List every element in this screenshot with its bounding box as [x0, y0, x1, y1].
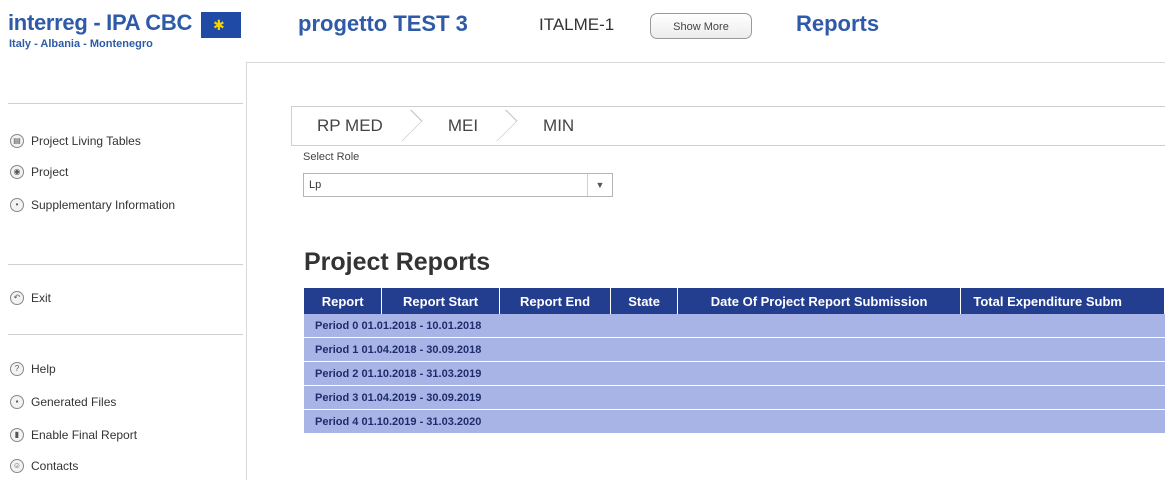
project-icon: ◉: [10, 165, 24, 179]
info-icon: •: [10, 198, 24, 212]
sidebar-item-supplementary-information[interactable]: • Supplementary Information: [10, 198, 175, 212]
breadcrumb-label: RP MED: [317, 116, 383, 135]
sidebar-divider: [8, 264, 243, 265]
logo-subtext: Italy - Albania - Montenegro: [9, 38, 153, 50]
show-more-button[interactable]: Show More: [650, 13, 752, 39]
sidebar-divider: [8, 103, 243, 104]
select-role-label: Select Role: [303, 151, 360, 163]
sidebar-item-label: Supplementary Information: [31, 198, 176, 212]
logo-text: interreg - IPA CBC: [8, 10, 193, 35]
contacts-icon: ☺: [10, 459, 24, 473]
table-row[interactable]: Period 0 01.01.2018 - 10.01.2018: [304, 314, 1165, 338]
table-row[interactable]: Period 3 01.04.2019 - 30.09.2019: [304, 385, 1165, 410]
sidebar-item-label: Project Living Tables: [31, 134, 141, 148]
project-reports-heading: Project Reports: [304, 248, 491, 276]
sidebar-item-label: Contacts: [31, 459, 79, 473]
logo: interreg - IPA CBC Italy - Albania - Mon…: [8, 8, 248, 64]
project-title: progetto TEST 3: [298, 11, 468, 36]
chevron-down-icon: ▼: [587, 174, 612, 196]
exit-icon: ↶: [10, 291, 24, 305]
period-group-label[interactable]: Period 0 01.01.2018 - 10.01.2018: [304, 314, 1165, 338]
sidebar-item-label: Help: [31, 362, 56, 376]
chevron-right-icon: [390, 109, 423, 142]
breadcrumb-item-min[interactable]: MIN: [518, 107, 614, 145]
help-icon: ?: [10, 362, 24, 376]
column-header[interactable]: Report Start: [381, 288, 500, 314]
role-dropdown[interactable]: Lp ▼: [303, 173, 613, 197]
sidebar-divider: [8, 334, 243, 335]
sidebar-item-contacts[interactable]: ☺ Contacts: [10, 459, 78, 473]
breadcrumb-label: MEI: [447, 116, 479, 135]
role-selected-value: Lp: [309, 179, 322, 191]
sidebar-item-help[interactable]: ? Help: [10, 362, 56, 376]
sidebar-item-project-living-tables[interactable]: ▤ Project Living Tables: [10, 134, 141, 148]
sidebar-item-label: Enable Final Report: [31, 428, 138, 442]
breadcrumb-label: MIN: [543, 116, 575, 135]
column-header[interactable]: Total Expenditure Subm: [960, 288, 1165, 314]
column-header[interactable]: Report: [304, 288, 383, 314]
sidebar-item-generated-files[interactable]: ▪ Generated Files: [10, 395, 116, 409]
column-header[interactable]: State: [610, 288, 678, 314]
column-header[interactable]: Report End: [499, 288, 612, 314]
period-group-label[interactable]: Period 1 01.04.2018 - 30.09.2018: [304, 337, 1165, 362]
table-row[interactable]: Period 1 01.04.2018 - 30.09.2018: [304, 337, 1165, 362]
sidebar-item-label: Generated Files: [31, 395, 117, 409]
table-header-row: Report Report Start Report End State Dat…: [304, 288, 1165, 314]
reports-table: Report Report Start Report End State Dat…: [304, 288, 1165, 434]
eu-flag-icon: ✱: [201, 12, 241, 38]
page-title: Reports: [796, 11, 880, 36]
breadcrumb-item-rp-med[interactable]: RP MED: [292, 107, 423, 145]
chevron-right-icon: [485, 109, 518, 142]
sidebar-item-project[interactable]: ◉ Project: [10, 165, 68, 179]
period-group-label[interactable]: Period 4 01.10.2019 - 31.03.2020: [304, 409, 1165, 434]
sidebar-item-label: Project: [31, 165, 69, 179]
project-acronym: ITALME-1: [539, 15, 615, 34]
sidebar-item-exit[interactable]: ↶ Exit: [10, 291, 51, 305]
files-icon: ▪: [10, 395, 24, 409]
period-group-label[interactable]: Period 3 01.04.2019 - 30.09.2019: [304, 385, 1165, 410]
table-icon: ▤: [10, 134, 24, 148]
table-row[interactable]: Period 2 01.10.2018 - 31.03.2019: [304, 361, 1165, 386]
table-row[interactable]: Period 4 01.10.2019 - 31.03.2020: [304, 409, 1165, 434]
report-icon: ▮: [10, 428, 24, 442]
sidebar-item-enable-final-report[interactable]: ▮ Enable Final Report: [10, 428, 137, 442]
period-group-label[interactable]: Period 2 01.10.2018 - 31.03.2019: [304, 361, 1165, 386]
column-header[interactable]: Date Of Project Report Submission: [677, 288, 962, 314]
sidebar-item-label: Exit: [31, 291, 52, 305]
breadcrumb: RP MED MEI MIN: [291, 106, 1165, 146]
breadcrumb-item-mei[interactable]: MEI: [423, 107, 518, 145]
